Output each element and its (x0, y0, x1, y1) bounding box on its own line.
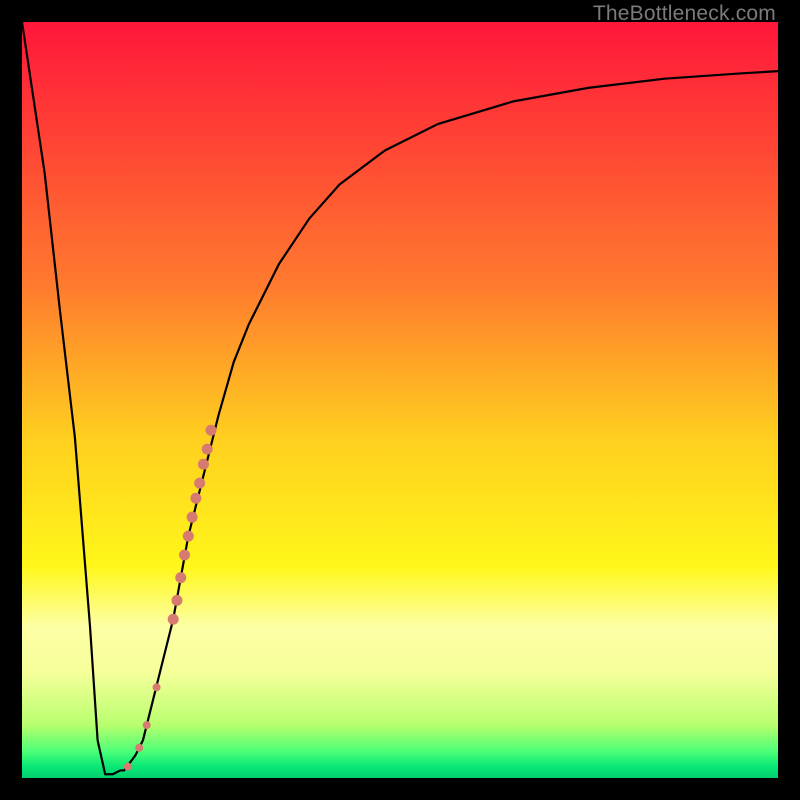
data-marker (202, 444, 213, 455)
data-marker (168, 614, 179, 625)
chart-background-gradient (22, 22, 778, 778)
data-marker (153, 683, 161, 691)
data-marker (135, 744, 143, 752)
data-marker (198, 459, 209, 470)
data-marker (187, 512, 198, 523)
data-marker (194, 478, 205, 489)
bottleneck-chart (22, 22, 778, 778)
data-marker (124, 763, 132, 771)
chart-plot-area (22, 22, 778, 778)
chart-frame: TheBottleneck.com (0, 0, 800, 800)
data-marker (171, 595, 182, 606)
data-marker (190, 493, 201, 504)
data-marker (183, 531, 194, 542)
data-marker (179, 549, 190, 560)
data-marker (206, 425, 217, 436)
data-marker (143, 721, 151, 729)
data-marker (175, 572, 186, 583)
